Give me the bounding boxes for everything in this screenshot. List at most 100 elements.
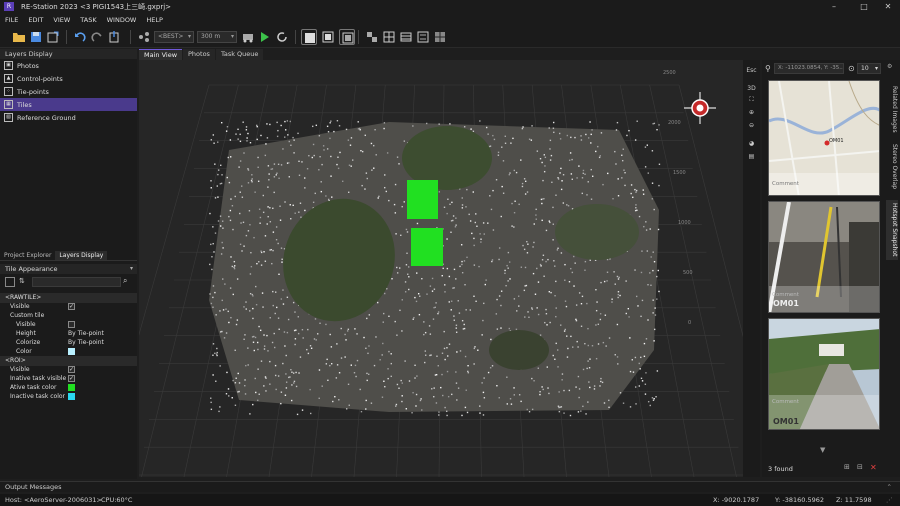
main-3d-viewport[interactable]: 2500 2000 1500 1000 500 0 bbox=[139, 60, 743, 477]
export-list-icon[interactable]: ⊟ bbox=[857, 463, 863, 471]
sort-icon[interactable] bbox=[5, 277, 15, 287]
vehicle-icon[interactable] bbox=[240, 29, 256, 45]
zoom-in-icon[interactable]: ⊕ bbox=[746, 108, 757, 117]
zoom-out-icon[interactable]: ⊖ bbox=[746, 121, 757, 130]
layer-reference-ground[interactable]: ▧ Reference Ground bbox=[0, 111, 137, 124]
height-select[interactable]: By Tie-point bbox=[68, 329, 104, 338]
photo-thumbnail-1[interactable]: Comment OM01 bbox=[768, 201, 880, 313]
layer-control-points[interactable]: ▲ Control-points bbox=[0, 72, 137, 85]
tab-layers-display[interactable]: Layers Display bbox=[55, 251, 108, 260]
layer-tiles[interactable]: ▦ Tiles bbox=[0, 98, 137, 111]
search-icon[interactable]: ⌕ bbox=[123, 276, 133, 286]
menu-help[interactable]: HELP bbox=[141, 16, 168, 24]
status-bar: Host: <AeroServer-2006031> CPU:60°C X: -… bbox=[0, 494, 900, 506]
active-task-color-swatch[interactable] bbox=[68, 384, 75, 391]
layer-label: Photos bbox=[17, 61, 39, 70]
prop-label: Color bbox=[16, 348, 32, 355]
export-icon[interactable] bbox=[45, 29, 61, 45]
3d-view-button[interactable]: 3D bbox=[746, 84, 757, 93]
photo-label: OM01 bbox=[773, 417, 799, 426]
menu-file[interactable]: FILE bbox=[0, 16, 23, 24]
tab-main-view[interactable]: Main View bbox=[139, 49, 183, 60]
settings-icon[interactable]: ⚙ bbox=[887, 63, 892, 70]
scroll-down-icon[interactable]: ▼ bbox=[820, 446, 825, 454]
location-pin-icon: ⚲ bbox=[765, 64, 771, 73]
inactive-task-color-swatch[interactable] bbox=[68, 393, 75, 400]
tile-appearance-select[interactable]: Tile Appearance ▾ bbox=[0, 264, 137, 274]
minimize-button[interactable]: – bbox=[820, 0, 848, 13]
visible-checkbox[interactable]: ✓ bbox=[68, 303, 75, 310]
photo-thumbnail-2[interactable]: Comment OM01 bbox=[768, 318, 880, 430]
tab-related-images[interactable]: Related Images bbox=[886, 85, 898, 133]
escape-button[interactable]: Esc bbox=[746, 66, 757, 75]
layer-photos[interactable]: ▣ Photos bbox=[0, 59, 137, 72]
layout-1-icon[interactable] bbox=[301, 29, 317, 45]
inactive-visible-checkbox[interactable]: ✓ bbox=[68, 375, 75, 382]
target-icon[interactable]: ⊙ bbox=[848, 64, 855, 73]
grid-a-icon[interactable] bbox=[364, 29, 380, 45]
grid-d-icon[interactable] bbox=[415, 29, 431, 45]
tab-task-queue[interactable]: Task Queue bbox=[215, 49, 264, 60]
resize-grip-icon[interactable]: ⋰ bbox=[886, 494, 893, 506]
delete-icon[interactable]: ✕ bbox=[870, 463, 877, 472]
colorize-select[interactable]: By Tie-point bbox=[68, 338, 104, 347]
distance-select[interactable]: 300 m ▾ bbox=[197, 31, 237, 43]
redo-icon[interactable] bbox=[89, 29, 105, 45]
roi-visible-checkbox[interactable]: ✓ bbox=[68, 366, 75, 373]
active-task-tile[interactable] bbox=[411, 228, 443, 266]
z-coordinate: Z: 11.7598 bbox=[836, 496, 872, 504]
zoom-level-select[interactable]: 10 ▾ bbox=[857, 63, 881, 74]
quality-select[interactable]: <BEST> ▾ bbox=[154, 31, 194, 43]
output-messages-bar[interactable]: Output Messages ⌃ bbox=[0, 481, 900, 492]
custom-visible-checkbox[interactable] bbox=[68, 321, 75, 328]
prop-label: Ative task color bbox=[10, 384, 57, 391]
close-button[interactable]: ✕ bbox=[874, 0, 900, 13]
active-task-tile[interactable] bbox=[407, 180, 438, 219]
tab-stereo-overlap[interactable]: Stereo Overlap bbox=[886, 142, 898, 192]
grid-c-icon[interactable] bbox=[398, 29, 414, 45]
menu-edit[interactable]: EDIT bbox=[23, 16, 48, 24]
chevron-down-icon: ▾ bbox=[230, 33, 234, 40]
layers-icon[interactable]: ▤ bbox=[746, 152, 757, 161]
prop-inactive-color: Inactive task color bbox=[0, 392, 137, 402]
tile-color-swatch[interactable] bbox=[68, 348, 75, 355]
prop-label: Inative task visible bbox=[10, 375, 67, 382]
grid-e-icon[interactable] bbox=[432, 29, 448, 45]
undo-icon[interactable] bbox=[72, 29, 88, 45]
import-icon[interactable] bbox=[106, 29, 122, 45]
tab-photos[interactable]: Photos bbox=[183, 49, 215, 60]
compass-icon[interactable] bbox=[684, 92, 716, 124]
layers-display-header: Layers Display bbox=[0, 49, 137, 59]
fit-icon[interactable]: ⛶ bbox=[746, 95, 757, 104]
filter-icon[interactable]: ⇅ bbox=[19, 277, 29, 287]
open-folder-icon[interactable] bbox=[11, 29, 27, 45]
tab-hotspot-snapshot[interactable]: Hotspot Snapshot bbox=[886, 200, 898, 260]
layout-3-icon[interactable] bbox=[339, 29, 355, 45]
comment-label: Comment bbox=[772, 399, 799, 405]
add-icon[interactable]: ⊞ bbox=[844, 463, 850, 471]
menu-window[interactable]: WINDOW bbox=[102, 16, 142, 24]
cluster-icon[interactable] bbox=[136, 29, 152, 45]
menu-task[interactable]: TASK bbox=[75, 16, 101, 24]
chevron-down-icon: ▾ bbox=[874, 65, 878, 72]
layer-tie-points[interactable]: ⁘ Tie-points bbox=[0, 85, 137, 98]
collapse-icon[interactable]: ⌃ bbox=[887, 482, 892, 493]
photo-label: OM01 bbox=[773, 299, 799, 308]
property-search-input[interactable] bbox=[32, 277, 121, 287]
color-icon[interactable]: ◕ bbox=[746, 139, 757, 148]
section-label: <RAWTILE> bbox=[5, 294, 42, 301]
reset-icon[interactable] bbox=[274, 29, 290, 45]
run-icon[interactable] bbox=[256, 29, 272, 45]
coordinate-input[interactable]: X: -11023.0854, Y: -35... bbox=[774, 63, 844, 74]
menu-bar: FILE EDIT VIEW TASK WINDOW HELP bbox=[0, 13, 900, 26]
grid-b-icon[interactable] bbox=[381, 29, 397, 45]
scale-tick-label: 0 bbox=[688, 320, 691, 326]
tab-project-explorer[interactable]: Project Explorer bbox=[0, 251, 55, 260]
save-icon[interactable] bbox=[28, 29, 44, 45]
menu-view[interactable]: VIEW bbox=[48, 16, 75, 24]
cpu-status: CPU:60°C bbox=[101, 496, 133, 504]
point-cloud-scene[interactable]: 2500 2000 1500 1000 500 0 bbox=[139, 60, 743, 477]
layout-2-icon[interactable] bbox=[320, 29, 336, 45]
map-thumbnail[interactable]: OM01 Comment bbox=[768, 80, 880, 196]
layer-label: Reference Ground bbox=[17, 113, 76, 122]
